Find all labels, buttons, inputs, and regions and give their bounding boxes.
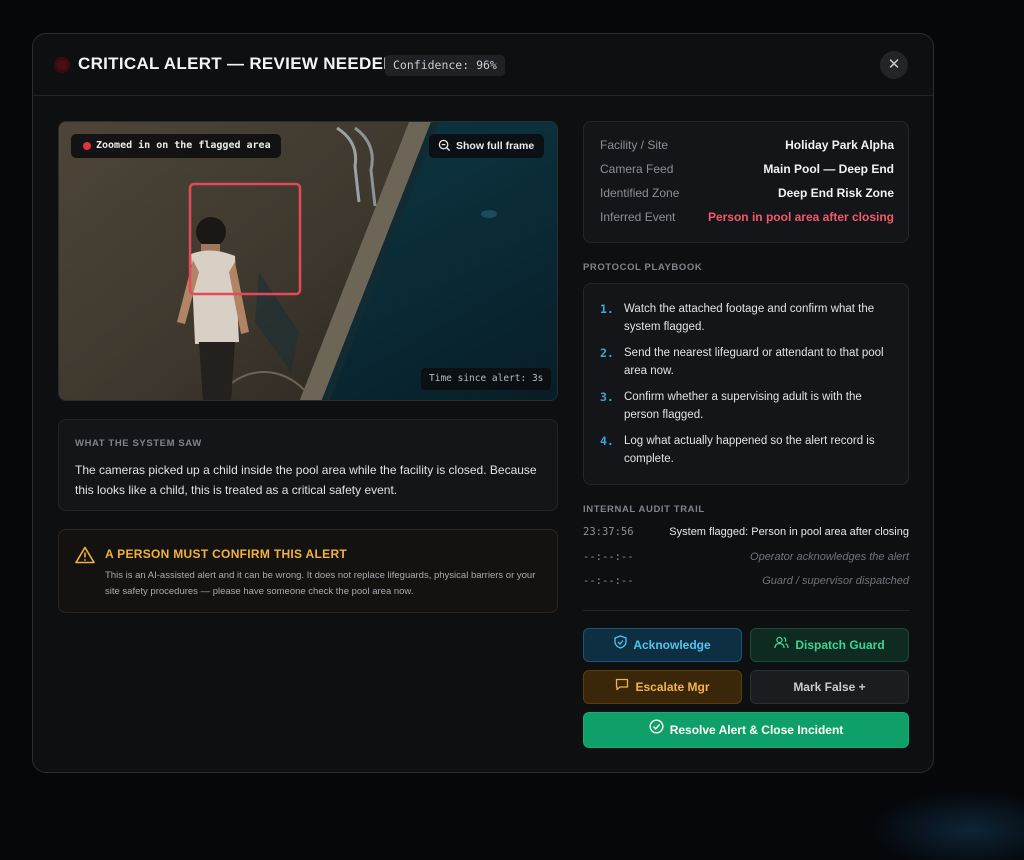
resolve-alert-button[interactable]: Resolve Alert & Close Incident xyxy=(583,712,909,748)
close-icon: ✕ xyxy=(887,56,901,73)
fact-value: Holiday Park Alpha xyxy=(785,138,894,152)
close-button[interactable]: ✕ xyxy=(880,51,908,79)
audit-row: --:--:-- Guard / supervisor dispatched xyxy=(583,575,909,593)
fact-value: Main Pool — Deep End xyxy=(763,162,894,176)
step-number: 2. xyxy=(600,346,614,360)
audit-event: Guard / supervisor dispatched xyxy=(762,575,909,587)
audit-row: --:--:-- Operator acknowledges the alert xyxy=(583,551,909,569)
audit-event: Operator acknowledges the alert xyxy=(750,551,909,563)
fact-row-event: Inferred Event Person in pool area after… xyxy=(600,210,894,230)
protocol-playbook: 1. Watch the attached footage and confir… xyxy=(583,283,909,485)
show-full-frame-label: Show full frame xyxy=(456,140,535,152)
system-saw-card: WHAT THE SYSTEM SAW The cameras picked u… xyxy=(58,419,558,511)
audit-time: --:--:-- xyxy=(583,551,634,563)
acknowledge-label: Acknowledge xyxy=(633,638,711,652)
alert-modal: CRITICAL ALERT — REVIEW NEEDED Confidenc… xyxy=(32,33,934,773)
playbook-label: PROTOCOL PLAYBOOK xyxy=(583,262,703,273)
step-number: 1. xyxy=(600,302,614,316)
fact-row-facility: Facility / Site Holiday Park Alpha xyxy=(600,138,894,158)
warning-triangle-icon xyxy=(75,546,95,569)
audit-row: 23:37:56 System flagged: Person in pool … xyxy=(583,526,909,544)
message-square-icon xyxy=(615,671,629,703)
fact-value: Deep End Risk Zone xyxy=(777,186,894,200)
system-saw-label: WHAT THE SYSTEM SAW xyxy=(75,438,202,449)
audit-trail-label: INTERNAL AUDIT TRAIL xyxy=(583,504,705,515)
shield-check-icon xyxy=(614,629,627,661)
acknowledge-button[interactable]: Acknowledge xyxy=(583,628,742,662)
recording-dot xyxy=(83,142,91,150)
confidence-badge: Confidence: 96% xyxy=(385,55,505,76)
fact-row-zone: Identified Zone Deep End Risk Zone xyxy=(600,186,894,206)
warning-body: This is an AI-assisted alert and it can … xyxy=(105,570,536,597)
status-indicator xyxy=(54,57,70,73)
fact-row-camera: Camera Feed Main Pool — Deep End xyxy=(600,162,894,182)
dispatch-guard-label: Dispatch Guard xyxy=(795,638,885,652)
check-circle-icon xyxy=(649,713,664,747)
audit-event: System flagged: Person in pool area afte… xyxy=(669,526,909,538)
confirmation-warning: A PERSON MUST CONFIRM THIS ALERT This is… xyxy=(58,529,558,613)
resolve-alert-label: Resolve Alert & Close Incident xyxy=(669,723,844,737)
escalate-manager-label: Escalate Mgr xyxy=(635,680,710,694)
time-since-alert: Time since alert: 3s xyxy=(421,368,552,390)
step-text: Log what actually happened so the alert … xyxy=(624,435,875,465)
footage-image xyxy=(59,122,557,400)
incident-facts: Facility / Site Holiday Park Alpha Camer… xyxy=(583,121,909,243)
dispatch-guard-button[interactable]: Dispatch Guard xyxy=(750,628,909,662)
modal-header: CRITICAL ALERT — REVIEW NEEDED Confidenc… xyxy=(33,34,933,96)
background-glow xyxy=(870,790,1024,860)
fact-key: Inferred Event xyxy=(600,210,676,224)
zoom-indicator-chip: Zoomed in on the flagged area xyxy=(71,134,281,158)
alert-title: CRITICAL ALERT — REVIEW NEEDED xyxy=(78,54,396,73)
fact-key: Camera Feed xyxy=(600,162,674,176)
users-icon xyxy=(774,629,789,661)
step-text: Confirm whether a supervising adult is w… xyxy=(624,391,862,421)
step-number: 3. xyxy=(600,390,614,404)
show-full-frame-button[interactable]: Show full frame xyxy=(429,134,545,158)
step-text: Watch the attached footage and confirm w… xyxy=(624,303,875,333)
step-number: 4. xyxy=(600,434,614,448)
escalate-manager-button[interactable]: Escalate Mgr xyxy=(583,670,742,704)
camera-footage[interactable]: Zoomed in on the flagged area Show full … xyxy=(58,121,558,401)
warning-title: A PERSON MUST CONFIRM THIS ALERT xyxy=(105,547,348,561)
audit-time: 23:37:56 xyxy=(583,526,634,538)
mark-false-button[interactable]: Mark False + xyxy=(750,670,909,704)
fact-key: Facility / Site xyxy=(600,138,669,152)
system-saw-text: The cameras picked up a child inside the… xyxy=(75,463,537,497)
mark-false-label: Mark False + xyxy=(793,680,866,694)
zoom-out-icon xyxy=(438,139,451,152)
audit-time: --:--:-- xyxy=(583,575,634,587)
step-text: Send the nearest lifeguard or attendant … xyxy=(624,347,884,377)
zoom-chip-label: Zoomed in on the flagged area xyxy=(96,140,271,151)
actions-divider xyxy=(583,610,909,611)
fact-key: Identified Zone xyxy=(600,186,680,200)
fact-value-alert: Person in pool area after closing xyxy=(707,210,894,224)
